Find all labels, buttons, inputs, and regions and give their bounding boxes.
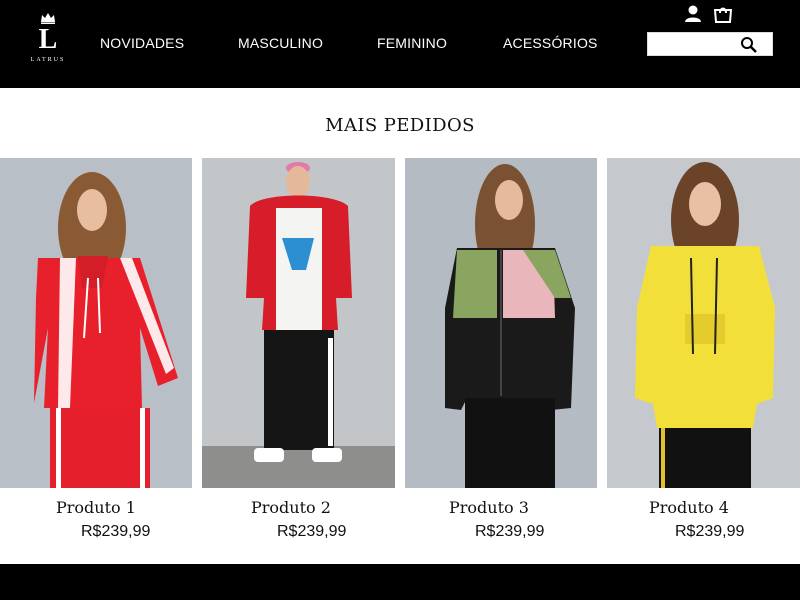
nav-acessorios[interactable]: ACESSÓRIOS	[503, 34, 598, 52]
site-footer	[0, 564, 800, 600]
search-icon[interactable]	[740, 36, 758, 54]
product-image[interactable]	[202, 158, 395, 488]
product-name[interactable]: Produto 2	[251, 498, 331, 517]
brand-logo[interactable]: L LATRUS	[28, 12, 68, 68]
search-input[interactable]	[652, 35, 740, 55]
crown-icon	[41, 13, 55, 24]
product-name[interactable]: Produto 1	[56, 498, 136, 517]
nav-masculino[interactable]: MASCULINO	[238, 34, 323, 52]
brand-name: LATRUS	[30, 57, 66, 63]
product-image[interactable]	[607, 158, 800, 488]
nav-feminino[interactable]: FEMININO	[377, 34, 447, 52]
user-icon[interactable]	[682, 4, 704, 29]
brand-initial: L	[38, 24, 58, 55]
product-image[interactable]	[0, 158, 192, 488]
product-price: R$239,99	[81, 523, 151, 540]
product-price: R$239,99	[675, 523, 745, 540]
product-price: R$239,99	[277, 523, 347, 540]
search-box	[647, 32, 773, 56]
product-price: R$239,99	[475, 523, 545, 540]
product-image[interactable]	[405, 158, 597, 488]
product-name[interactable]: Produto 4	[649, 498, 729, 517]
site-header: L LATRUS NOVIDADES MASCULINO FEMININO AC…	[0, 0, 800, 88]
nav-novidades[interactable]: NOVIDADES	[100, 34, 184, 52]
section-title: MAIS PEDIDOS	[325, 115, 475, 136]
product-name[interactable]: Produto 3	[449, 498, 529, 517]
shopping-bag-icon[interactable]	[712, 4, 734, 29]
